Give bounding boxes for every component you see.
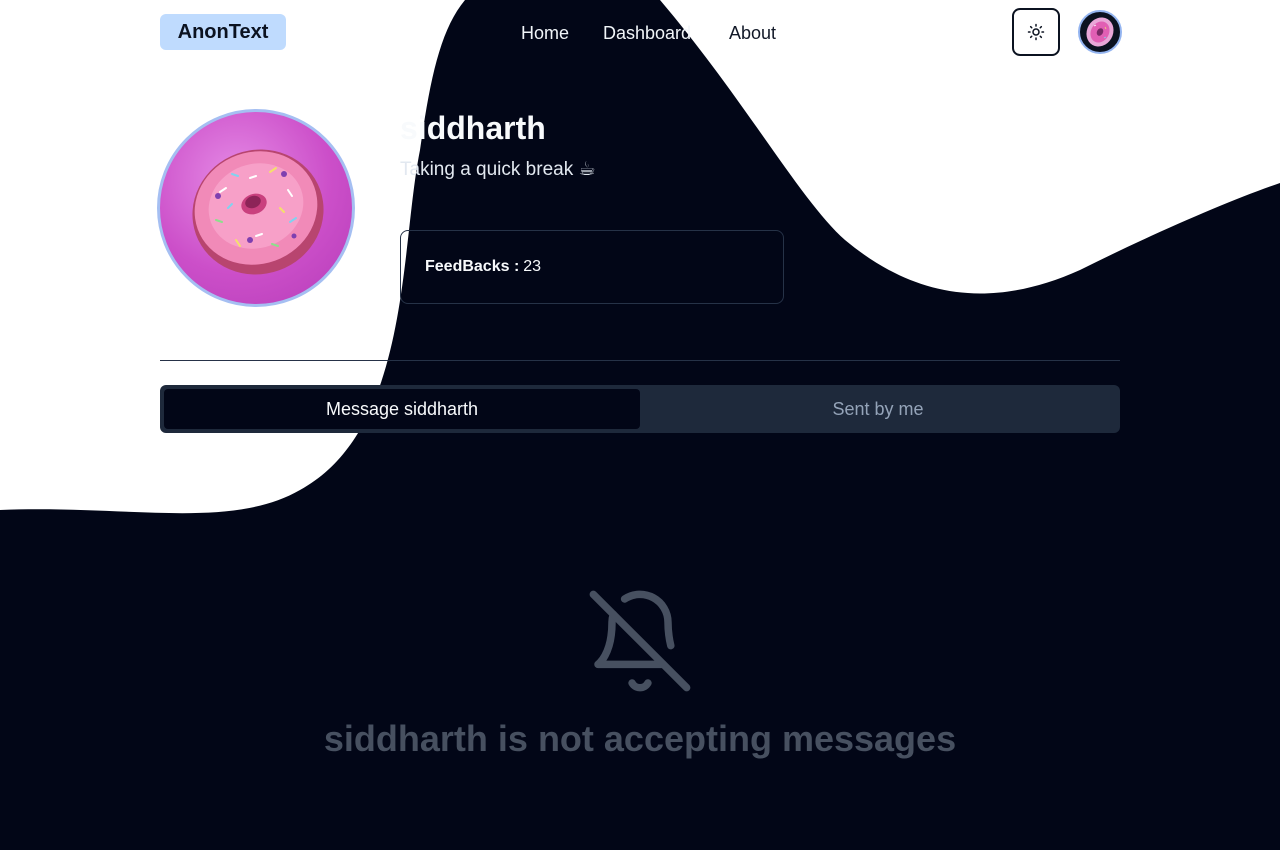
theme-toggle-button[interactable]: [1012, 8, 1060, 56]
section-divider: [160, 360, 1120, 361]
feedback-value: 23: [523, 258, 542, 275]
nav-link-about[interactable]: About: [729, 20, 776, 46]
profile-status: Taking a quick break ☕: [400, 159, 596, 180]
feedback-label: FeedBacks :: [425, 258, 520, 275]
donut-avatar-icon: [1086, 17, 1114, 47]
profile-username: siddharth: [400, 110, 546, 146]
message-tabs: Message siddharth Sent by me: [160, 385, 1120, 433]
bell-off-icon: [589, 590, 691, 692]
donut-avatar-icon: [192, 149, 324, 275]
user-avatar[interactable]: [1078, 10, 1122, 54]
brand-logo[interactable]: AnonText: [160, 14, 286, 50]
sun-icon: [1027, 23, 1045, 41]
tab-sent-by-me[interactable]: Sent by me: [640, 389, 1116, 429]
nav-link-home[interactable]: Home: [521, 20, 569, 46]
profile-avatar: [157, 109, 355, 307]
tab-message-user[interactable]: Message siddharth: [164, 389, 640, 429]
nav-link-dashboard[interactable]: Dashboard: [603, 20, 691, 46]
feedback-count-card: FeedBacks : 23: [400, 230, 784, 304]
empty-state-message: siddharth is not accepting messages: [323, 718, 957, 759]
